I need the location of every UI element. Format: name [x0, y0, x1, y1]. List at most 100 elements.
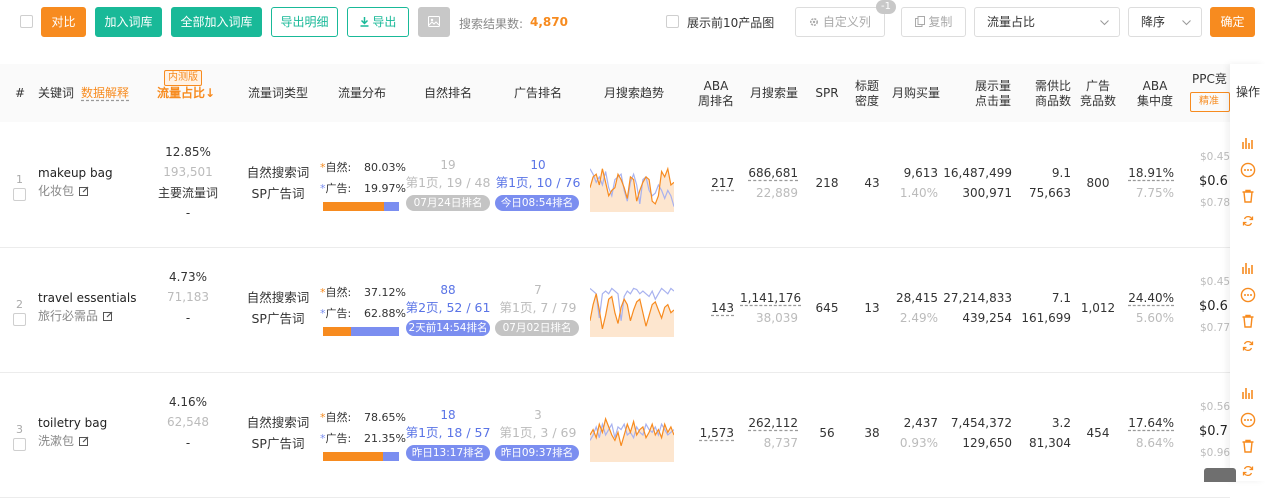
image-icon — [428, 9, 440, 27]
organic-rank-page[interactable]: 第1页, 19 / 48 — [400, 175, 496, 190]
monthly-trend-sparkline[interactable] — [590, 283, 674, 337]
col-monthly-search[interactable]: 月搜索量 — [744, 86, 804, 101]
col-ad-rank[interactable]: 广告排名 — [498, 86, 578, 101]
scroll-to-top-button[interactable] — [1204, 468, 1236, 482]
ad-rank-top: 3 — [534, 408, 542, 422]
trash-icon[interactable] — [1241, 189, 1255, 203]
sort-field-select[interactable]: 流量占比 — [974, 7, 1120, 37]
show-top10-label: 展示前10产品图 — [687, 16, 775, 30]
col-organic-rank[interactable]: 自然排名 — [408, 86, 488, 101]
bar-chart-icon[interactable] — [1241, 261, 1255, 275]
impressions: 7,454,372 — [950, 416, 1012, 430]
select-all-checkbox[interactable] — [20, 15, 33, 28]
ad-rank-time-badge: 昨日09:37排名 — [495, 445, 579, 461]
export-button[interactable]: 导出 — [347, 7, 409, 37]
bar-chart-icon[interactable] — [1241, 386, 1255, 400]
col-supply-ratio[interactable]: 需供比 商品数 — [1028, 79, 1078, 109]
edit-icon[interactable] — [79, 435, 89, 450]
custom-columns-button[interactable]: 自定义列 — [795, 7, 885, 37]
bar-chart-icon[interactable] — [1241, 136, 1255, 150]
row-checkbox[interactable] — [13, 188, 26, 201]
aba-concentration: 17.64% — [1128, 416, 1174, 430]
organic-share: *自然: 37.12% — [320, 285, 406, 300]
refresh-icon[interactable] — [1242, 340, 1254, 352]
col-spr[interactable]: SPR — [810, 86, 844, 101]
col-ad-competitors[interactable]: 广告 竞品数 — [1080, 79, 1116, 109]
more-icon[interactable] — [1240, 412, 1256, 428]
compare-button[interactable]: 对比 — [41, 7, 86, 37]
row-checkbox[interactable] — [13, 438, 26, 451]
ad-rank-page[interactable]: 第1页, 7 / 79 — [490, 300, 586, 315]
refresh-icon[interactable] — [1242, 465, 1254, 477]
col-aba-week-rank[interactable]: ABA 周排名 — [694, 79, 738, 109]
export-detail-button[interactable]: 导出明细 — [271, 7, 338, 37]
traffic-type-organic: 自然搜索词 — [246, 415, 310, 430]
aba-week-rank: 143 — [711, 301, 734, 315]
traffic-dist-organic-fill — [323, 327, 352, 336]
data-explain-link[interactable]: 数据解释 — [81, 86, 129, 101]
col-title-density[interactable]: 标题 密度 — [850, 79, 884, 109]
ppc-high: $0.77 — [1200, 322, 1231, 334]
ppc-match-select[interactable]: 精准 — [1190, 92, 1230, 112]
organic-rank-time-badge: 2天前14:54排名 — [406, 320, 490, 336]
col-title-line2: 密度 — [854, 94, 879, 108]
image-button[interactable] — [418, 7, 450, 37]
col-monthly-purchase[interactable]: 月购买量 — [886, 86, 946, 101]
clicks: 300,971 — [962, 186, 1012, 200]
add-all-to-lib-button[interactable]: 全部加入词库 — [171, 7, 262, 37]
traffic-type-organic: 自然搜索词 — [246, 290, 310, 305]
ad-rank-page[interactable]: 第1页, 3 / 69 — [490, 425, 586, 440]
more-icon[interactable] — [1240, 287, 1256, 303]
organic-rank-page[interactable]: 第1页, 18 / 57 — [400, 425, 496, 440]
add-to-lib-button[interactable]: 加入词库 — [95, 7, 162, 37]
col-impressions[interactable]: 展示量 点击量 — [968, 79, 1018, 109]
row-checkbox[interactable] — [13, 313, 26, 326]
export-label: 导出 — [372, 15, 397, 29]
copy-label: 复制 — [928, 15, 953, 29]
row-index: 1 — [16, 173, 23, 186]
aba-week-rank: 217 — [711, 176, 734, 190]
col-traffic-share[interactable]: 流量占比↓ — [150, 86, 222, 101]
copy-button[interactable]: 复制 — [901, 7, 966, 37]
organic-label: 自然: — [325, 286, 352, 299]
traffic-share: 12.85% — [165, 145, 211, 159]
monthly-search-sub: 22,889 — [756, 186, 798, 200]
organic-rank-page[interactable]: 第2页, 52 / 61 — [400, 300, 496, 315]
keyword-text[interactable]: makeup bag — [38, 166, 113, 181]
monthly-purchase: 28,415 — [896, 291, 938, 305]
organic-rank-top: 88 — [440, 283, 456, 297]
monthly-trend-sparkline[interactable] — [590, 408, 674, 462]
more-icon[interactable] — [1240, 162, 1256, 178]
trash-icon[interactable] — [1241, 314, 1255, 328]
col-conc-line1: ABA — [1142, 79, 1168, 93]
main-traffic-label: 主要流量词 — [157, 186, 218, 200]
edit-icon[interactable] — [79, 185, 89, 200]
col-keyword[interactable]: 关键词 — [38, 86, 74, 101]
aba-concentration-sub: 8.64% — [1135, 436, 1174, 450]
col-aba-concentration[interactable]: ABA 集中度 — [1130, 79, 1180, 109]
keyword-text[interactable]: toiletry bag — [38, 416, 107, 431]
gear-icon — [809, 9, 819, 27]
ppc-low: $0.45 — [1200, 276, 1231, 288]
spr-value: 218 — [815, 176, 839, 190]
traffic-share: 4.16% — [168, 395, 208, 409]
col-ppc: PPC竞 — [1192, 72, 1227, 86]
show-top10-checkbox[interactable] — [666, 15, 679, 28]
ad-share: *广告: 62.88% — [320, 306, 406, 321]
traffic-dist-organic-fill — [323, 452, 383, 461]
custom-columns-label: 自定义列 — [822, 15, 871, 29]
keyword-text[interactable]: travel essentials — [38, 291, 136, 306]
ad-rank-page[interactable]: 第1页, 10 / 76 — [490, 175, 586, 190]
edit-icon[interactable] — [103, 310, 113, 325]
trash-icon[interactable] — [1241, 439, 1255, 453]
impressions: 27,214,833 — [943, 291, 1012, 305]
confirm-button[interactable]: 确定 — [1210, 7, 1255, 37]
refresh-icon[interactable] — [1242, 215, 1254, 227]
ppc-mid: $0.6 — [1199, 299, 1228, 314]
sort-order-select[interactable]: 降序 — [1128, 7, 1202, 37]
organic-label: 自然: — [325, 411, 352, 424]
traffic-type-organic: 自然搜索词 — [246, 165, 310, 180]
product-count: 81,304 — [1029, 436, 1071, 450]
monthly-trend-sparkline[interactable] — [590, 158, 674, 212]
col-supply-line2: 商品数 — [1034, 94, 1071, 108]
